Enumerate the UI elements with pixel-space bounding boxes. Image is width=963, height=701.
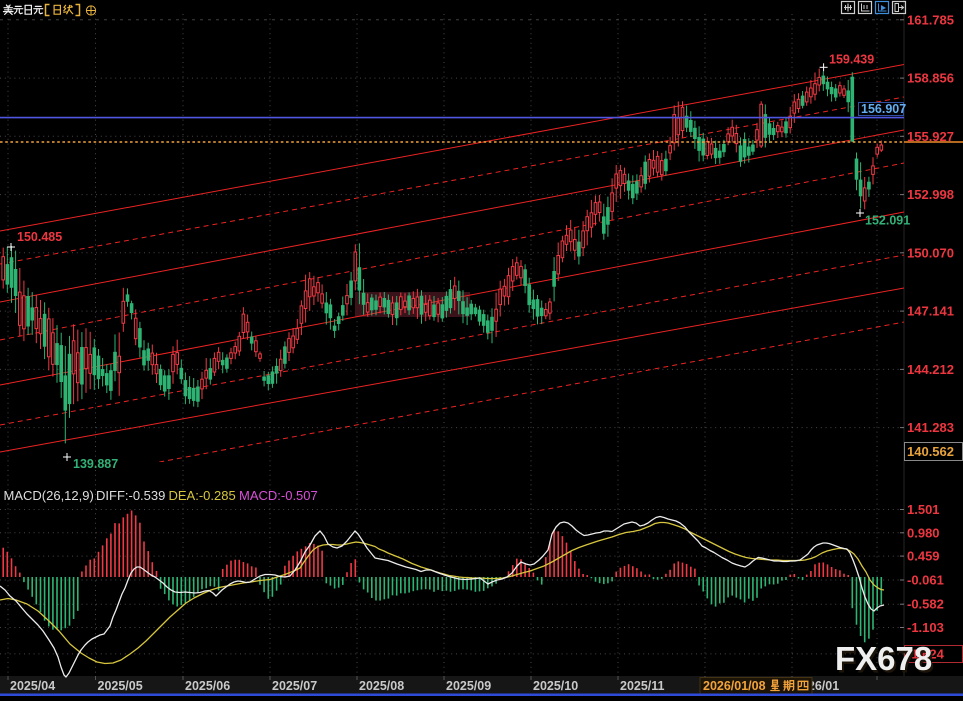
svg-text:144.212: 144.212 — [907, 362, 954, 377]
svg-text:DIFF:-0.539: DIFF:-0.539 — [96, 488, 165, 503]
svg-text:158.856: 158.856 — [907, 71, 954, 86]
svg-text:159.439: 159.439 — [829, 53, 874, 67]
svg-text:2025/10: 2025/10 — [533, 679, 578, 693]
svg-text:2025/07: 2025/07 — [272, 679, 317, 693]
svg-text:2026/01/08: 2026/01/08 — [703, 679, 766, 693]
svg-text:155.927: 155.927 — [907, 129, 954, 144]
svg-text:156.907: 156.907 — [861, 102, 906, 116]
svg-text:2025/08: 2025/08 — [359, 679, 404, 693]
svg-text:140.562: 140.562 — [907, 444, 954, 459]
svg-text:141.283: 141.283 — [907, 420, 954, 435]
svg-text:161.785: 161.785 — [907, 12, 954, 27]
svg-text:2025/09: 2025/09 — [446, 679, 491, 693]
svg-text:-1.103: -1.103 — [907, 620, 944, 635]
svg-text:2025/11: 2025/11 — [620, 679, 665, 693]
svg-text:150.070: 150.070 — [907, 245, 954, 260]
svg-text:147.141: 147.141 — [907, 304, 954, 319]
svg-text:139.887: 139.887 — [73, 457, 118, 471]
svg-text:0.980: 0.980 — [907, 525, 940, 540]
svg-text:2025/06: 2025/06 — [185, 679, 230, 693]
svg-text:-0.061: -0.061 — [907, 573, 944, 588]
svg-text:MACD(26,12,9): MACD(26,12,9) — [4, 488, 94, 503]
svg-text:2025/05: 2025/05 — [98, 679, 143, 693]
svg-text:FX678: FX678 — [835, 640, 932, 677]
svg-text:0.459: 0.459 — [907, 549, 940, 564]
svg-text:DEA:-0.285: DEA:-0.285 — [169, 488, 236, 503]
svg-text:MACD:-0.507: MACD:-0.507 — [239, 488, 318, 503]
svg-text:2025/04: 2025/04 — [10, 679, 55, 693]
svg-text:152.091: 152.091 — [865, 214, 910, 228]
svg-text:-0.582: -0.582 — [907, 597, 944, 612]
svg-text:152.998: 152.998 — [907, 187, 954, 202]
svg-text:150.485: 150.485 — [17, 230, 62, 244]
svg-text:1.501: 1.501 — [907, 502, 940, 517]
